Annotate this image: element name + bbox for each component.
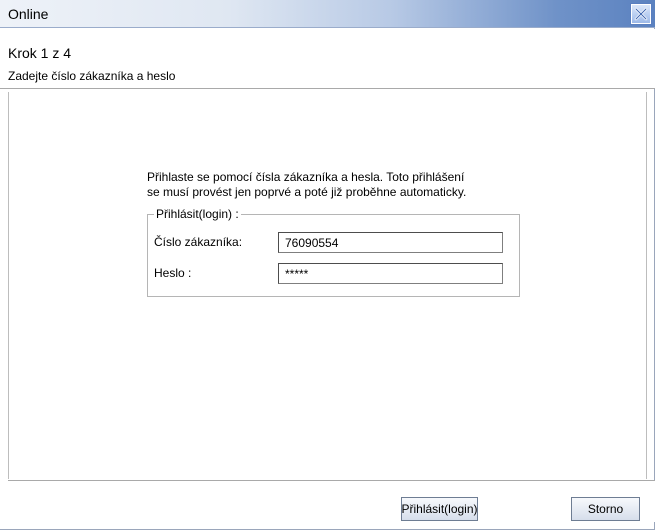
- cancel-button[interactable]: Storno: [571, 497, 640, 521]
- intro-line-2: se musí provést jen poprvé a poté již pr…: [147, 185, 467, 199]
- login-button[interactable]: Přihlásit(login): [401, 497, 478, 521]
- password-label: Heslo :: [154, 266, 192, 280]
- wizard-footer: Přihlásit(login) Storno: [8, 480, 655, 522]
- wizard-header: Krok 1 z 4 Zadejte číslo zákazníka a hes…: [0, 29, 655, 89]
- wizard-window: Online Krok 1 z 4 Zadejte číslo zákazník…: [0, 0, 655, 530]
- customer-number-input[interactable]: [278, 232, 503, 253]
- title-bar[interactable]: Online: [0, 0, 655, 28]
- step-subtitle: Zadejte číslo zákazníka a heslo: [8, 69, 176, 83]
- login-group-legend: Přihlásit(login) :: [154, 207, 241, 221]
- login-groupbox: Přihlásit(login) : Číslo zákazníka: Hesl…: [147, 207, 520, 297]
- customer-number-label: Číslo zákazníka:: [154, 235, 243, 249]
- window-title: Online: [8, 6, 49, 22]
- close-button[interactable]: [630, 3, 652, 25]
- intro-text: Přihlaste se pomocí čísla zákazníka a he…: [147, 170, 527, 200]
- step-indicator: Krok 1 z 4: [8, 45, 72, 61]
- close-icon: [634, 7, 648, 21]
- password-input[interactable]: [278, 263, 503, 284]
- intro-line-1: Přihlaste se pomocí čísla zákazníka a he…: [147, 170, 465, 184]
